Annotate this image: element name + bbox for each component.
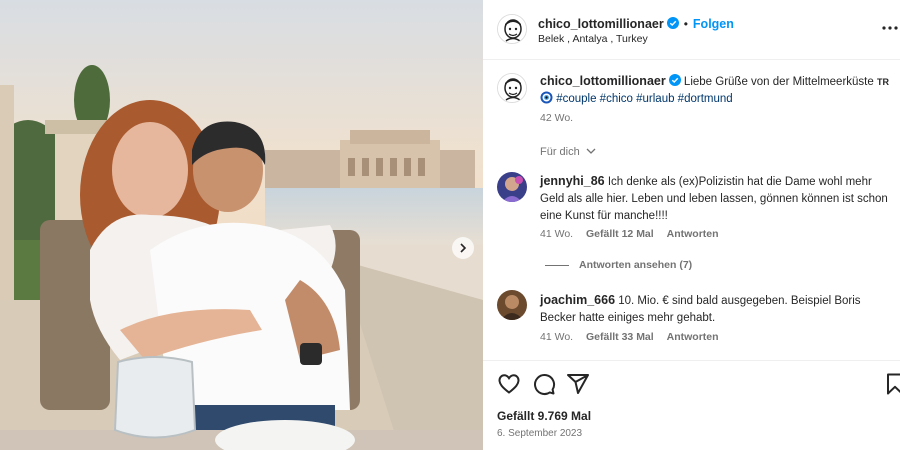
comment-time[interactable]: 41 Wo. xyxy=(540,228,573,240)
verified-icon xyxy=(668,74,681,86)
author-avatar[interactable] xyxy=(497,14,527,44)
caption-time[interactable]: 42 Wo. xyxy=(540,112,573,124)
share-icon xyxy=(567,374,589,394)
commenter-avatar[interactable] xyxy=(497,172,527,202)
caption-username[interactable]: chico_lottomillionaer xyxy=(540,74,666,88)
sort-label: Für dich xyxy=(540,146,580,158)
sort-dropdown[interactable]: Für dich xyxy=(540,146,596,158)
author-username[interactable]: chico_lottomillionaer xyxy=(538,17,664,31)
comment-icon xyxy=(534,374,556,395)
share-button[interactable] xyxy=(566,372,590,396)
post-photo[interactable] xyxy=(0,0,483,450)
reply-button[interactable]: Antworten xyxy=(667,228,719,240)
more-icon[interactable] xyxy=(880,20,900,36)
caption-avatar[interactable] xyxy=(497,73,527,103)
chevron-down-icon xyxy=(586,148,596,154)
save-button[interactable] xyxy=(883,372,900,396)
caption: chico_lottomillionaer Liebe Grüße von de… xyxy=(540,73,892,108)
comment-button[interactable] xyxy=(532,372,556,396)
post-location[interactable]: Belek , Antalya , Turkey xyxy=(538,33,648,45)
view-replies-label: Antworten ansehen (7) xyxy=(579,259,693,271)
caption-hashtags[interactable]: #couple #chico #urlaub #dortmund xyxy=(556,93,732,105)
photo-illustration xyxy=(0,0,483,450)
commenter-username[interactable]: jennyhi_86 xyxy=(540,174,605,188)
reply-button[interactable]: Antworten xyxy=(667,331,719,343)
separator-dot: • xyxy=(683,17,688,31)
comment-likes[interactable]: Gefällt 33 Mal xyxy=(586,331,654,343)
carousel-next-button[interactable] xyxy=(452,237,474,259)
bookmark-icon xyxy=(887,373,900,395)
flag-label: TR xyxy=(876,77,889,87)
carousel-next-icon xyxy=(460,243,467,253)
post-header: chico_lottomillionaer • Folgen Belek , Ant… xyxy=(483,0,900,60)
verified-icon xyxy=(666,17,679,29)
like-button[interactable] xyxy=(497,372,521,396)
commenter-username[interactable]: joachim_666 xyxy=(540,293,615,307)
comment-likes[interactable]: Gefällt 12 Mal xyxy=(586,228,654,240)
caption-text: Liebe Grüße von der Mittelmeerküste xyxy=(683,76,874,88)
likes-count[interactable]: Gefällt 9.769 Mal xyxy=(497,409,591,423)
heart-icon xyxy=(498,374,520,394)
post-panel: chico_lottomillionaer • Folgen Belek , Ant… xyxy=(483,0,900,450)
view-replies-button[interactable]: Antworten ansehen (7) xyxy=(545,259,692,271)
evil-eye-icon xyxy=(540,91,553,104)
post-date[interactable]: 6. September 2023 xyxy=(497,428,582,439)
reply-divider xyxy=(545,264,569,266)
commenter-avatar[interactable] xyxy=(497,290,527,320)
post-actions: Gefällt 9.769 Mal 6. September 2023 xyxy=(483,360,900,450)
comment-time[interactable]: 41 Wo. xyxy=(540,331,573,343)
follow-button[interactable]: Folgen xyxy=(693,17,734,31)
